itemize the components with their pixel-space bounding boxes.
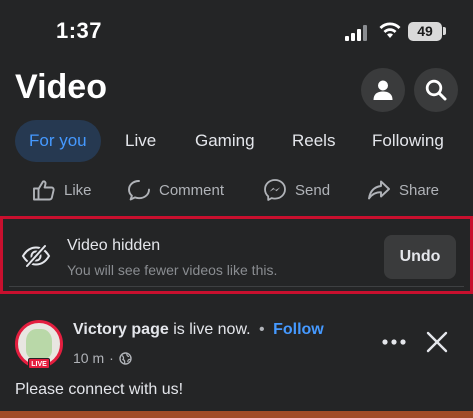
video-hidden-content: Video hidden You will see fewer videos l… xyxy=(9,225,464,287)
person-icon xyxy=(373,80,393,100)
like-label: Like xyxy=(64,181,92,199)
battery-icon: 49 xyxy=(408,22,442,41)
tab-following[interactable]: Following xyxy=(372,120,444,162)
comment-button[interactable]: Comment xyxy=(127,172,224,208)
post-text: Please connect with us! xyxy=(15,381,184,398)
live-badge: LIVE xyxy=(28,358,50,369)
send-label: Send xyxy=(295,181,331,199)
video-hidden-banner: Video hidden You will see fewer videos l… xyxy=(0,216,473,294)
share-label: Share xyxy=(399,181,440,199)
avatar-image xyxy=(26,329,52,359)
tab-for-you[interactable]: For you xyxy=(15,120,101,162)
post-action-bar: Like Comment Send Share xyxy=(0,172,473,208)
share-button[interactable]: Share xyxy=(367,172,439,208)
close-icon[interactable] xyxy=(425,330,449,354)
profile-button[interactable] xyxy=(361,68,405,112)
eye-slash-icon xyxy=(21,244,51,268)
undo-button[interactable]: Undo xyxy=(384,235,456,279)
post-meta: 10 m · xyxy=(73,350,132,366)
like-button[interactable]: Like xyxy=(32,172,92,208)
status-time: 1:37 xyxy=(56,18,103,43)
post-author[interactable]: Victory page xyxy=(73,321,169,338)
thumbs-up-icon xyxy=(33,180,55,201)
comment-icon xyxy=(128,180,150,201)
video-hidden-subtitle: You will see fewer videos like this. xyxy=(67,262,278,278)
tab-gaming[interactable]: Gaming xyxy=(195,120,255,162)
search-button[interactable] xyxy=(414,68,458,112)
messenger-icon xyxy=(264,179,286,201)
video-tabs: For you Live Gaming Reels Following xyxy=(0,120,473,164)
tab-reels[interactable]: Reels xyxy=(292,120,335,162)
share-arrow-icon xyxy=(368,180,390,200)
post-headline: Victory page is live now. • Follow xyxy=(73,321,324,339)
more-options-icon[interactable] xyxy=(381,332,407,352)
tab-live[interactable]: Live xyxy=(125,120,156,162)
cellular-signal-icon xyxy=(345,25,371,41)
comment-label: Comment xyxy=(159,181,225,199)
divider xyxy=(9,286,464,287)
separator-dot: • xyxy=(259,321,265,338)
post-timestamp[interactable]: 10 m xyxy=(73,350,104,366)
send-button[interactable]: Send xyxy=(263,172,330,208)
globe-icon xyxy=(119,351,132,365)
search-icon xyxy=(425,79,447,101)
video-preview-edge[interactable] xyxy=(0,411,473,418)
video-hidden-title: Video hidden xyxy=(67,237,161,254)
follow-button[interactable]: Follow xyxy=(273,321,324,338)
page-title: Video xyxy=(15,68,107,106)
post-status: is live now. xyxy=(173,321,251,338)
meta-separator: · xyxy=(109,350,114,366)
battery-tip xyxy=(443,27,446,35)
status-bar: 1:37 49 xyxy=(0,0,473,62)
wifi-icon xyxy=(379,22,401,38)
